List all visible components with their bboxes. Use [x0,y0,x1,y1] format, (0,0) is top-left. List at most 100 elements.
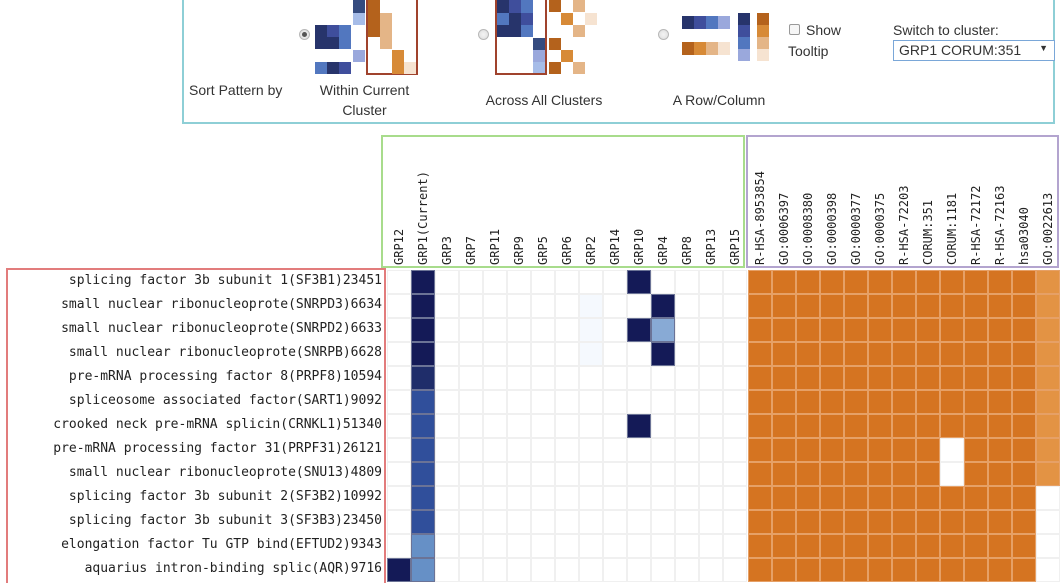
cluster-cell[interactable] [555,366,579,390]
term-cell[interactable] [1012,294,1036,318]
term-cell[interactable] [868,342,892,366]
term-cell[interactable] [988,510,1012,534]
term-cell[interactable] [820,318,844,342]
term-cell[interactable] [1012,510,1036,534]
cluster-cell[interactable] [579,366,603,390]
term-cell[interactable] [1036,318,1060,342]
term-cell[interactable] [820,486,844,510]
term-cell[interactable] [868,366,892,390]
cluster-cell[interactable] [387,462,411,486]
cluster-cell[interactable] [627,366,651,390]
cluster-cell[interactable] [507,510,531,534]
cluster-column-label[interactable]: GRP14 [608,229,622,265]
term-cell[interactable] [940,486,964,510]
cluster-cell[interactable] [651,270,675,294]
term-cell[interactable] [844,414,868,438]
cluster-cell[interactable] [387,534,411,558]
cluster-cell[interactable] [531,414,555,438]
gene-row-label[interactable]: small nuclear ribonucleoprote(SNRPD3)663… [61,297,382,312]
cluster-cell[interactable] [723,558,747,582]
cluster-cell[interactable] [507,342,531,366]
cluster-cell[interactable] [651,534,675,558]
cluster-cell[interactable] [579,270,603,294]
term-cell[interactable] [892,318,916,342]
cluster-cell[interactable] [483,294,507,318]
cluster-cell[interactable] [531,510,555,534]
cluster-cell[interactable] [411,510,435,534]
term-cell[interactable] [868,462,892,486]
term-cell[interactable] [796,534,820,558]
cluster-cell[interactable] [723,366,747,390]
term-cell[interactable] [916,462,940,486]
term-cell[interactable] [916,414,940,438]
term-column-label[interactable]: GO:0000375 [873,193,887,265]
cluster-cell[interactable] [603,558,627,582]
term-cell[interactable] [748,486,772,510]
term-cell[interactable] [1012,270,1036,294]
cluster-cell[interactable] [699,366,723,390]
cluster-cell[interactable] [603,414,627,438]
cluster-cell[interactable] [723,486,747,510]
term-cell[interactable] [796,294,820,318]
cluster-cell[interactable] [675,534,699,558]
term-cell[interactable] [1012,414,1036,438]
cluster-cell[interactable] [699,318,723,342]
term-cell[interactable] [868,534,892,558]
term-cell[interactable] [820,438,844,462]
cluster-cell[interactable] [603,390,627,414]
cluster-cell[interactable] [411,294,435,318]
term-column-label[interactable]: GO:0006397 [777,193,791,265]
cluster-cell[interactable] [507,462,531,486]
cluster-cell[interactable] [603,270,627,294]
cluster-cell[interactable] [699,438,723,462]
cluster-cell[interactable] [507,318,531,342]
term-cell[interactable] [892,486,916,510]
term-cell[interactable] [964,390,988,414]
term-cell[interactable] [868,294,892,318]
cluster-cell[interactable] [435,414,459,438]
cluster-cell[interactable] [651,342,675,366]
cluster-cell[interactable] [435,558,459,582]
switch-cluster-select[interactable]: GRP1 CORUM:351 ▼ [893,40,1055,61]
cluster-cell[interactable] [435,366,459,390]
term-cell[interactable] [940,342,964,366]
cluster-cell[interactable] [651,558,675,582]
cluster-cell[interactable] [483,414,507,438]
cluster-cell[interactable] [579,390,603,414]
cluster-cell[interactable] [435,438,459,462]
term-cell[interactable] [772,270,796,294]
term-cell[interactable] [868,270,892,294]
cluster-cell[interactable] [651,414,675,438]
term-cell[interactable] [820,462,844,486]
cluster-cell[interactable] [459,510,483,534]
term-column-label[interactable]: CORUM:1181 [945,193,959,265]
cluster-cell[interactable] [579,438,603,462]
term-cell[interactable] [1012,342,1036,366]
cluster-cell[interactable] [579,462,603,486]
term-cell[interactable] [1036,462,1060,486]
cluster-cell[interactable] [651,438,675,462]
term-cell[interactable] [940,390,964,414]
term-cell[interactable] [964,462,988,486]
cluster-cell[interactable] [627,294,651,318]
cluster-cell[interactable] [483,558,507,582]
term-cell[interactable] [892,294,916,318]
cluster-cell[interactable] [603,318,627,342]
cluster-cell[interactable] [507,366,531,390]
term-cell[interactable] [892,366,916,390]
term-cell[interactable] [940,510,964,534]
term-cell[interactable] [868,558,892,582]
cluster-column-label[interactable]: GRP9 [512,236,526,265]
term-column-label[interactable]: GO:0000377 [849,193,863,265]
cluster-cell[interactable] [459,318,483,342]
gene-row-label[interactable]: small nuclear ribonucleoprote(SNRPD2)663… [61,321,382,336]
term-column-label[interactable]: R-HSA-72163 [993,186,1007,265]
cluster-cell[interactable] [459,534,483,558]
term-cell[interactable] [916,366,940,390]
term-cell[interactable] [892,438,916,462]
term-cell[interactable] [1036,486,1060,510]
term-cell[interactable] [748,270,772,294]
cluster-cell[interactable] [555,486,579,510]
term-cell[interactable] [868,438,892,462]
term-cell[interactable] [964,414,988,438]
